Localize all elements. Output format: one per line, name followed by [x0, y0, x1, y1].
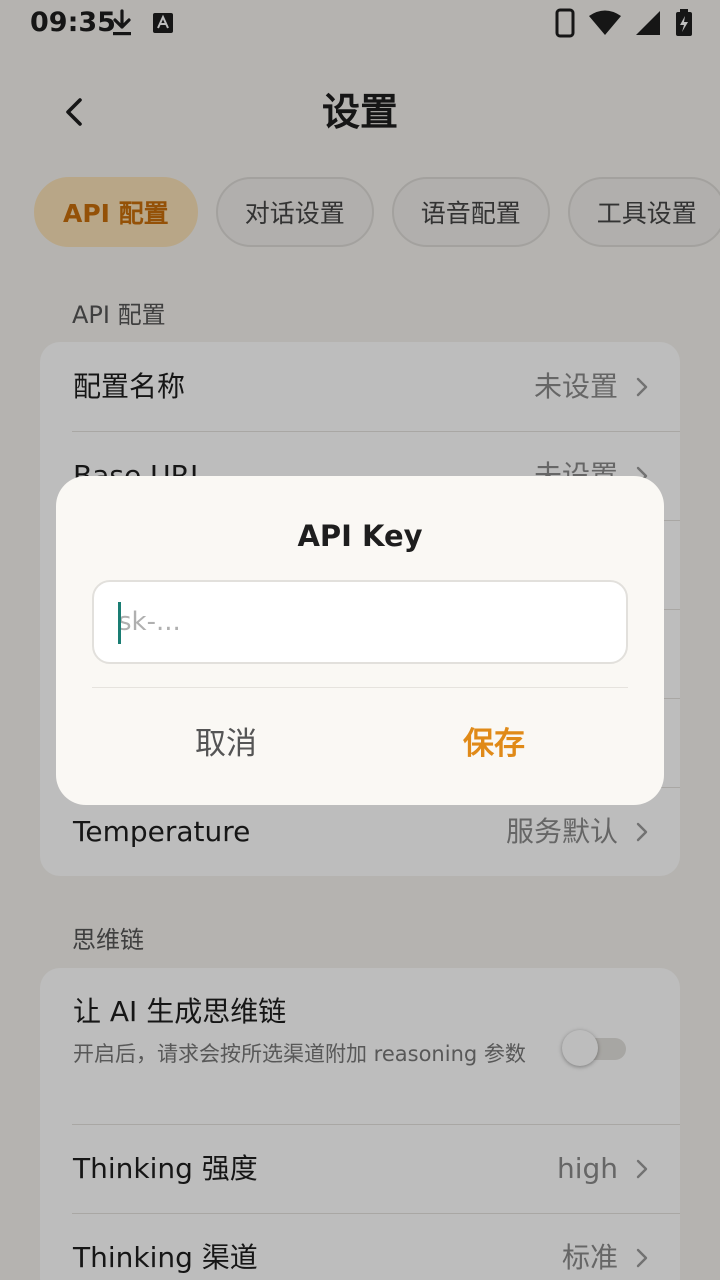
- api-key-input-box: [92, 580, 628, 664]
- api-key-input[interactable]: [118, 582, 604, 662]
- dialog-divider: [92, 687, 628, 688]
- save-button[interactable]: 保存: [394, 714, 594, 774]
- dialog-title: API Key: [297, 519, 423, 553]
- api-key-dialog: API Key 取消 保存: [56, 476, 664, 805]
- cancel-button[interactable]: 取消: [126, 714, 326, 774]
- text-caret: [118, 602, 121, 644]
- settings-screen: 09:35 设置 API 配置 对话设置 语音配置 工具设置 API 配置 配置…: [0, 0, 720, 1280]
